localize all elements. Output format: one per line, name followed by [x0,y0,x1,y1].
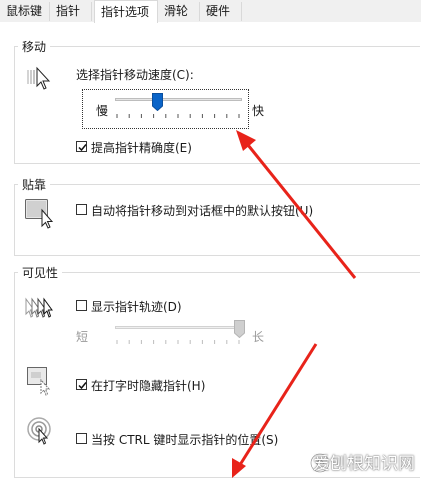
annotation-arrow-down [232,343,318,478]
annotation-overlay [232,130,357,478]
annotation-arrow-up [236,130,357,279]
tab-pointer-options[interactable]: 指针选项 [94,0,158,23]
watermark-text: 爱刨根知识网 [313,454,415,474]
